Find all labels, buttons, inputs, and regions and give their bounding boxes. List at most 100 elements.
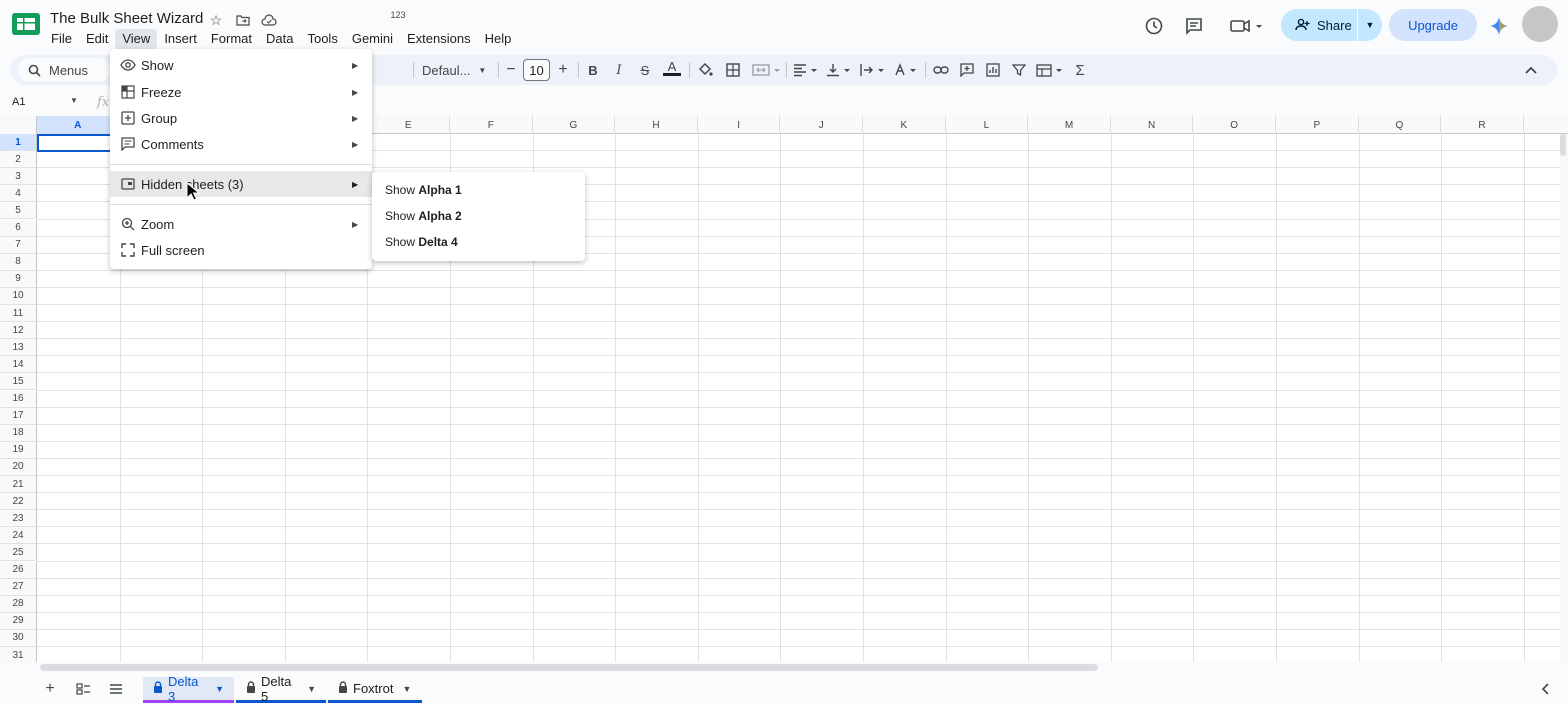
- sheet-tab-delta-5[interactable]: Delta 5 ▼: [236, 674, 326, 704]
- view-menu-show[interactable]: Show ▶: [110, 52, 372, 78]
- strikethrough-icon[interactable]: S: [636, 60, 654, 80]
- share-button[interactable]: Share ▼: [1281, 9, 1382, 41]
- row-header-11[interactable]: 11: [0, 305, 37, 322]
- row-header-6[interactable]: 6: [0, 219, 37, 237]
- row-header-18[interactable]: 18: [0, 424, 37, 442]
- view-menu-hidden-sheets[interactable]: Hidden sheets (3) ▶: [110, 171, 372, 197]
- search-menus-input[interactable]: Menus: [18, 58, 110, 82]
- share-main[interactable]: Share: [1281, 9, 1357, 41]
- italic-icon[interactable]: I: [610, 60, 628, 80]
- column-header-n[interactable]: N: [1111, 116, 1194, 134]
- menu-insert[interactable]: Insert: [157, 29, 204, 49]
- insert-comment-icon[interactable]: [958, 60, 976, 80]
- row-header-23[interactable]: 23: [0, 510, 37, 528]
- menu-edit[interactable]: Edit: [79, 29, 115, 49]
- avatar[interactable]: [1522, 6, 1558, 42]
- column-header-r[interactable]: R: [1441, 116, 1524, 134]
- row-header-31[interactable]: 31: [0, 647, 37, 662]
- show-delta-4-item[interactable]: Show Delta 4: [385, 235, 458, 249]
- show-alpha-1-item[interactable]: Show Alpha 1: [385, 183, 462, 197]
- row-header-30[interactable]: 30: [0, 629, 37, 647]
- text-wrap-icon[interactable]: [860, 60, 886, 80]
- selected-cell[interactable]: [37, 134, 120, 152]
- functions-icon[interactable]: Σ: [1071, 60, 1089, 80]
- row-header-25[interactable]: 25: [0, 544, 37, 562]
- column-header-m[interactable]: M: [1028, 116, 1111, 134]
- table-view-icon[interactable]: [1036, 60, 1066, 80]
- row-header-21[interactable]: 21: [0, 476, 37, 493]
- comments-icon[interactable]: [1182, 14, 1206, 38]
- font-family-select[interactable]: Defaul... ▼: [422, 60, 488, 80]
- menu-help[interactable]: Help: [478, 29, 519, 49]
- column-header-k[interactable]: K: [863, 116, 946, 134]
- row-header-2[interactable]: 2: [0, 151, 37, 169]
- column-header-q[interactable]: Q: [1359, 116, 1442, 134]
- add-sheet-icon[interactable]: +: [40, 680, 60, 697]
- row-header-13[interactable]: 13: [0, 339, 37, 357]
- column-header-a[interactable]: A: [37, 116, 120, 134]
- filter-icon[interactable]: [1010, 60, 1028, 80]
- view-menu-zoom[interactable]: Zoom ▶: [110, 211, 372, 237]
- view-menu-full-screen[interactable]: Full screen: [110, 237, 372, 263]
- row-header-24[interactable]: 24: [0, 527, 37, 545]
- insert-link-icon[interactable]: [932, 60, 950, 80]
- text-color-icon[interactable]: A: [662, 58, 682, 78]
- row-header-7[interactable]: 7: [0, 236, 37, 254]
- horizontal-scrollbar[interactable]: [40, 664, 1098, 671]
- column-header-p[interactable]: P: [1276, 116, 1359, 134]
- column-header-f[interactable]: F: [450, 116, 533, 134]
- menu-gemini[interactable]: Gemini: [345, 29, 400, 49]
- move-folder-icon[interactable]: [234, 11, 252, 29]
- gemini-icon[interactable]: [1487, 14, 1511, 38]
- view-menu-freeze[interactable]: Freeze ▶: [110, 79, 372, 105]
- star-icon[interactable]: ☆: [207, 11, 225, 29]
- collapse-side-panel-icon[interactable]: [1535, 681, 1555, 697]
- menu-extensions[interactable]: Extensions: [400, 29, 478, 49]
- row-header-26[interactable]: 26: [0, 561, 37, 579]
- row-header-10[interactable]: 10: [0, 287, 37, 305]
- text-rotation-icon[interactable]: [894, 60, 920, 80]
- align-left-icon[interactable]: [793, 60, 819, 80]
- column-header-h[interactable]: H: [615, 116, 698, 134]
- number-format-button[interactable]: 123: [387, 5, 409, 25]
- column-header-g[interactable]: G: [533, 116, 616, 134]
- row-header-22[interactable]: 22: [0, 493, 37, 511]
- sheet-list-grid-icon[interactable]: [73, 681, 93, 697]
- borders-icon[interactable]: [724, 60, 742, 80]
- row-header-5[interactable]: 5: [0, 202, 37, 220]
- row-header-1[interactable]: 1: [0, 134, 37, 151]
- name-box-caret-icon[interactable]: ▼: [70, 96, 78, 105]
- select-all-corner[interactable]: [0, 116, 37, 134]
- font-size-input[interactable]: 10: [523, 59, 550, 81]
- meet-icon[interactable]: [1228, 14, 1264, 38]
- sheet-tab-caret-icon[interactable]: ▼: [402, 684, 411, 694]
- vertical-align-icon[interactable]: [826, 60, 852, 80]
- column-header-o[interactable]: O: [1193, 116, 1276, 134]
- menu-file[interactable]: File: [44, 29, 79, 49]
- menu-data[interactable]: Data: [259, 29, 300, 49]
- row-header-29[interactable]: 29: [0, 612, 37, 630]
- column-header-j[interactable]: J: [780, 116, 863, 134]
- fill-color-icon[interactable]: [696, 60, 714, 80]
- document-title[interactable]: The Bulk Sheet Wizard: [50, 10, 203, 27]
- row-header-20[interactable]: 20: [0, 458, 37, 476]
- sheet-tab-caret-icon[interactable]: ▼: [215, 684, 224, 694]
- cloud-status-icon[interactable]: [260, 11, 278, 29]
- view-menu-group[interactable]: Group ▶: [110, 105, 372, 131]
- row-header-8[interactable]: 8: [0, 253, 37, 271]
- row-header-17[interactable]: 17: [0, 407, 37, 425]
- vertical-scrollbar-thumb[interactable]: [1560, 134, 1566, 156]
- all-sheets-menu-icon[interactable]: [106, 681, 126, 697]
- row-header-4[interactable]: 4: [0, 185, 37, 203]
- sheet-tab-caret-icon[interactable]: ▼: [307, 684, 316, 694]
- row-header-12[interactable]: 12: [0, 322, 37, 340]
- view-menu-comments[interactable]: Comments ▶: [110, 131, 372, 157]
- column-header-i[interactable]: I: [698, 116, 781, 134]
- row-header-16[interactable]: 16: [0, 390, 37, 408]
- menu-view[interactable]: View: [115, 29, 158, 49]
- row-header-19[interactable]: 19: [0, 441, 37, 459]
- vertical-scrollbar-track[interactable]: [1560, 134, 1568, 662]
- decrease-font-size-icon[interactable]: −: [503, 60, 519, 80]
- row-header-9[interactable]: 9: [0, 270, 37, 288]
- column-header-e[interactable]: E: [367, 116, 450, 134]
